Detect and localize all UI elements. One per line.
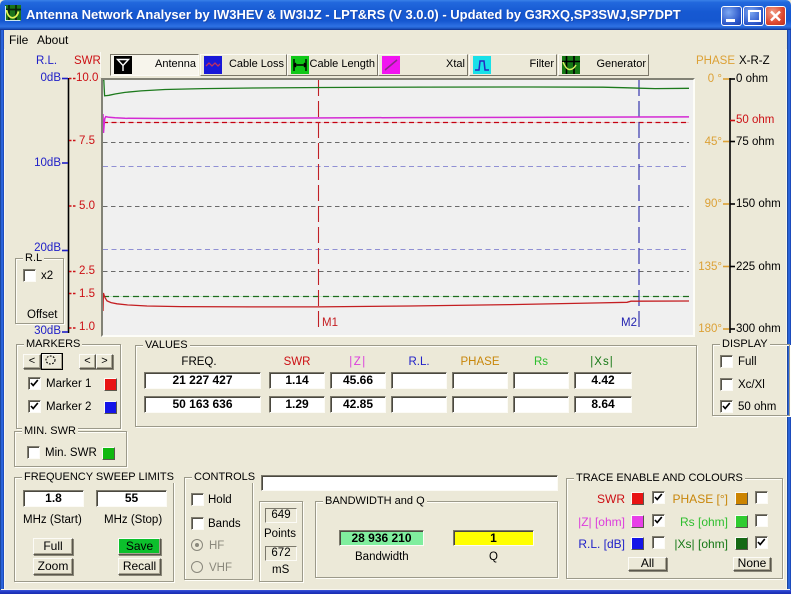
svg-text:M1: M1 [322,317,338,329]
svg-text:M2: M2 [621,317,637,329]
